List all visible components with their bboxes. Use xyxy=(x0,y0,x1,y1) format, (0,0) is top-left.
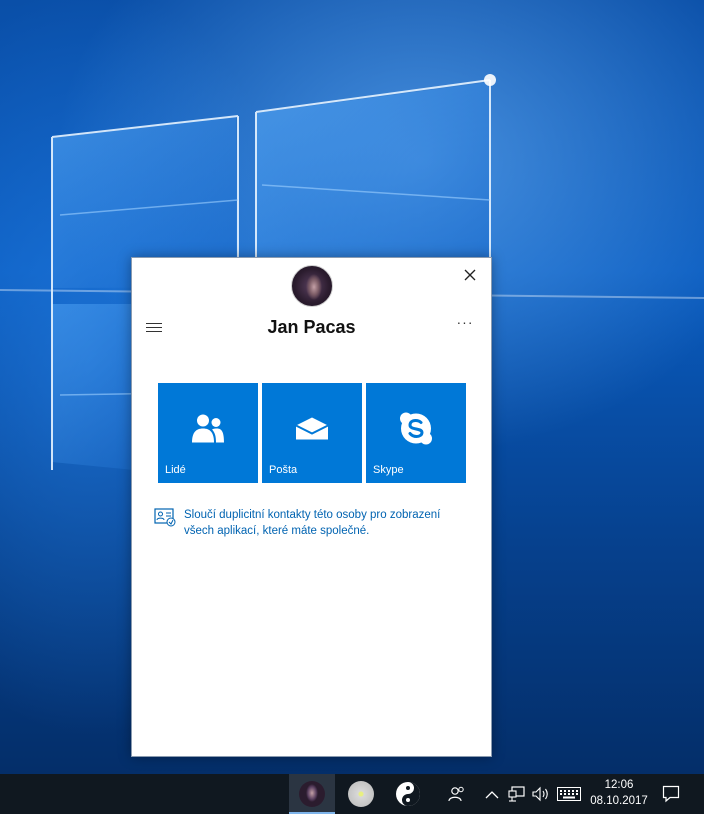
keyboard-button[interactable] xyxy=(557,787,581,806)
volume-button[interactable] xyxy=(532,786,550,807)
merge-link-line2: všech aplikací, které máte společné. xyxy=(184,525,370,537)
contact-name: Jan Pacas xyxy=(267,317,356,337)
close-button[interactable] xyxy=(459,264,481,286)
more-options-button[interactable]: ··· xyxy=(453,315,477,334)
tile-skype[interactable]: Skype xyxy=(366,383,466,483)
app-circle-icon xyxy=(348,781,374,807)
show-hidden-icons-button[interactable] xyxy=(485,787,499,805)
chevron-up-icon xyxy=(485,791,499,799)
tile-people[interactable]: Lidé xyxy=(158,383,258,483)
tile-mail-label: Pošta xyxy=(269,464,298,476)
tile-people-label: Lidé xyxy=(165,464,186,476)
merge-contacts-link[interactable]: Sloučí duplicitní kontakty této osoby pr… xyxy=(154,507,464,539)
merge-link-line1: Sloučí duplicitní kontakty této osoby pr… xyxy=(184,509,441,521)
close-icon xyxy=(464,269,476,281)
mail-icon xyxy=(295,417,329,446)
network-button[interactable] xyxy=(508,786,526,807)
contact-avatar[interactable] xyxy=(291,265,333,307)
people-tray-icon xyxy=(448,786,464,802)
people-tray-button[interactable] xyxy=(448,786,466,807)
notification-icon xyxy=(662,785,680,803)
taskbar-clock[interactable]: 12:06 08.10.2017 xyxy=(584,777,654,809)
speaker-icon xyxy=(532,786,548,802)
yin-yang-icon xyxy=(396,782,420,806)
contact-avatar-icon xyxy=(299,781,325,807)
action-center-button[interactable] xyxy=(662,785,680,808)
clock-date: 08.10.2017 xyxy=(590,795,648,807)
clock-time: 12:06 xyxy=(604,779,634,791)
taskbar-app-button[interactable] xyxy=(339,774,383,814)
tile-skype-label: Skype xyxy=(373,464,404,476)
people-icon xyxy=(190,413,226,450)
taskbar-yinyang-button[interactable] xyxy=(386,774,430,814)
app-tiles: Lidé Pošta Skype xyxy=(158,383,466,483)
tile-mail[interactable]: Pošta xyxy=(262,383,362,483)
taskbar-contact-button[interactable] xyxy=(289,774,335,814)
contact-card-icon xyxy=(154,508,176,527)
network-icon xyxy=(508,786,525,802)
contact-card-window: Jan Pacas ··· Lidé Pošta Skype Sloučí du… xyxy=(131,257,492,757)
taskbar: 12:06 08.10.2017 xyxy=(0,774,704,814)
keyboard-icon xyxy=(557,787,581,801)
skype-icon xyxy=(398,411,434,452)
